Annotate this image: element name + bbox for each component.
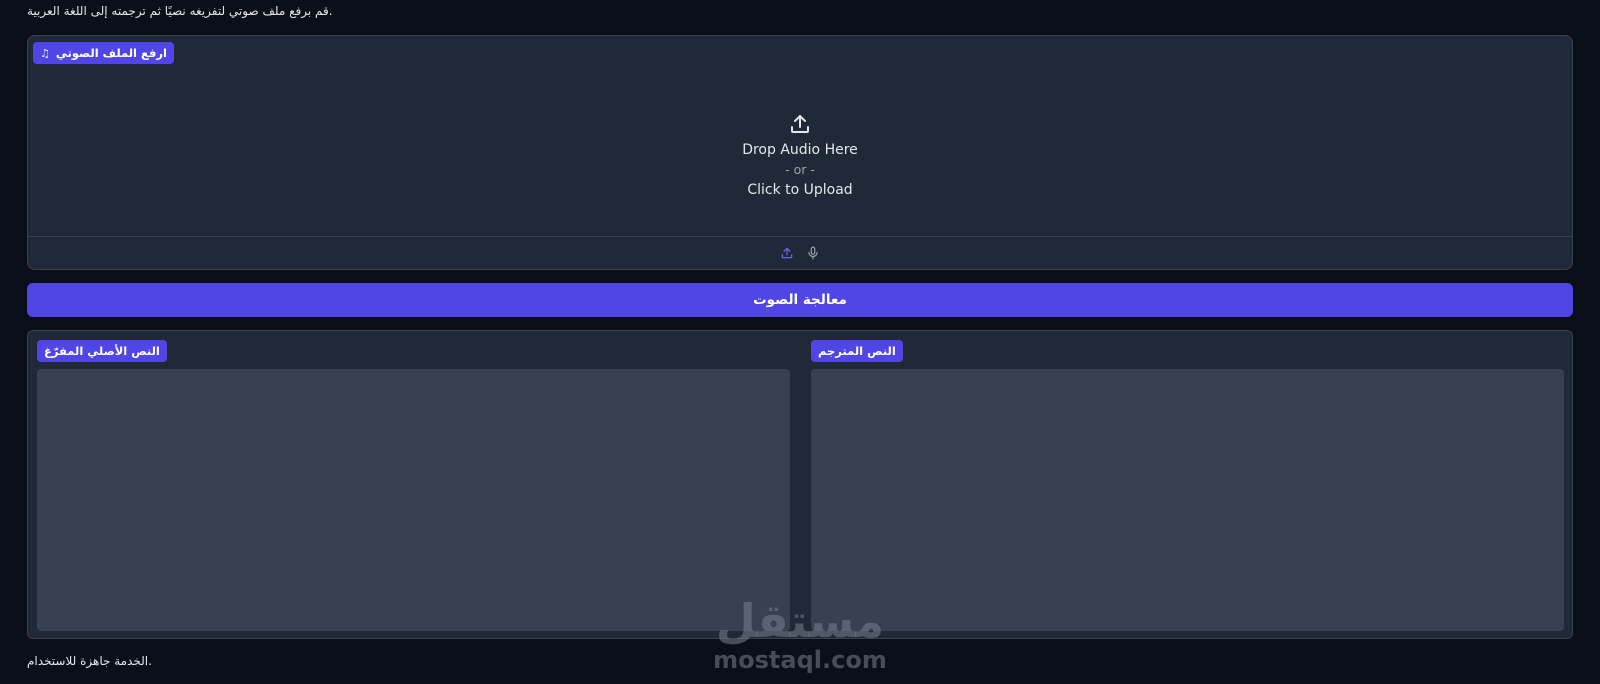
original-text-output[interactable] [37,369,790,631]
translated-text-label: النص المترجم [811,340,903,362]
app-page: قم برفع ملف صوتي لتفريغه نصيًا ثم ترجمته… [0,0,1600,684]
click-to-upload-text: Click to Upload [747,182,853,198]
microphone-icon [808,246,818,260]
translated-text-output[interactable] [811,369,1564,631]
status-text: الخدمة جاهزة للاستخدام. [27,654,152,668]
drop-audio-text: Drop Audio Here [742,142,858,158]
audio-upload-label-text: ارفع الملف الصوتي [55,46,167,60]
app-description: قم برفع ملف صوتي لتفريغه نصيًا ثم ترجمته… [27,4,333,18]
process-audio-button[interactable]: معالجة الصوت [27,283,1573,317]
upload-icon [791,115,809,133]
microphone-source-button[interactable] [805,245,821,261]
watermark-latin: mostaql.com [713,646,887,674]
outputs-block: النص الأصلي المفرّغ النص المترجم [27,330,1573,639]
audio-upload-label: ♫ ارفع الملف الصوتي [33,42,174,64]
upload-icon [781,247,793,259]
audio-dropzone[interactable]: Drop Audio Here - or - Click to Upload [28,76,1572,236]
upload-source-button[interactable] [779,245,795,261]
original-text-label: النص الأصلي المفرّغ [37,340,167,362]
or-text: - or - [785,162,815,177]
music-note-icon: ♫ [40,46,50,60]
audio-source-bar [28,236,1572,269]
audio-upload-block: ♫ ارفع الملف الصوتي Drop Audio Here - or… [27,35,1573,270]
